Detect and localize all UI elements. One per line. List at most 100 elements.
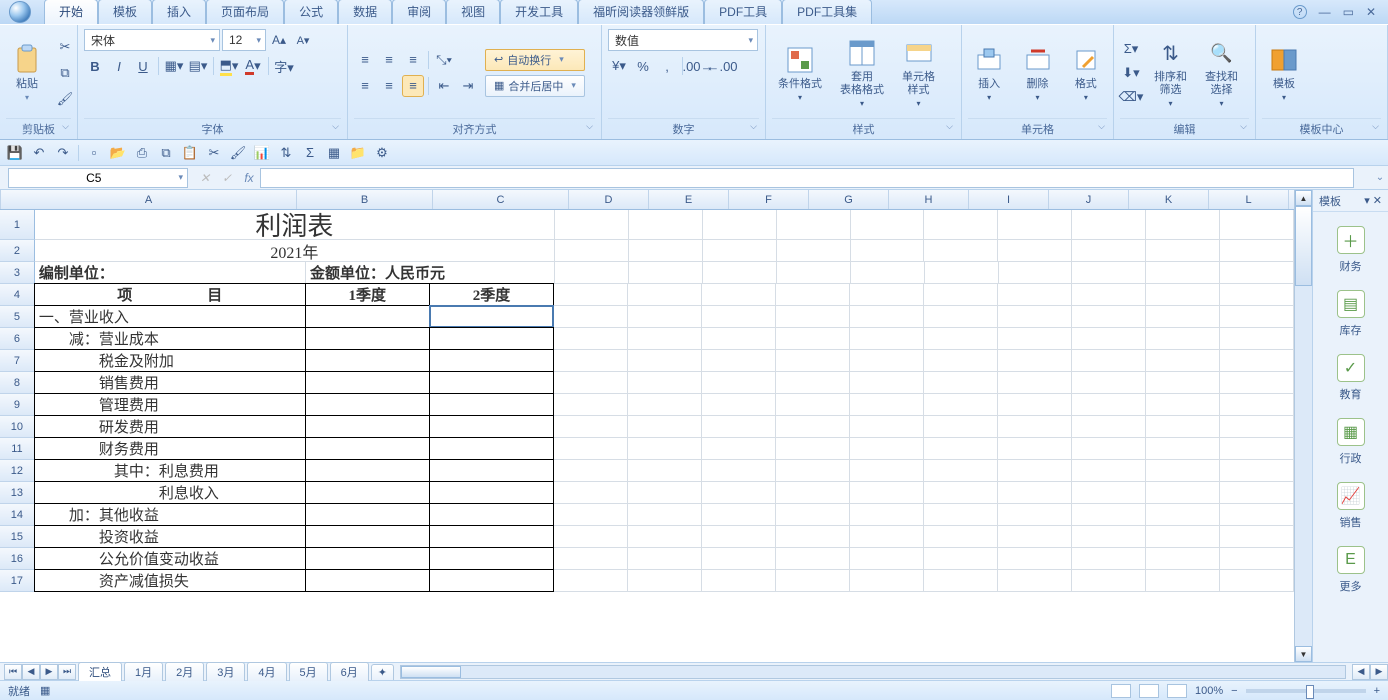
cell-L9[interactable]: [1146, 394, 1220, 416]
cell-K6[interactable]: [1072, 328, 1146, 350]
qat-paste-icon[interactable]: 📋: [181, 144, 199, 162]
zoom-slider[interactable]: [1246, 689, 1366, 693]
cell-L4[interactable]: [1146, 284, 1220, 306]
row-header-14[interactable]: 14: [0, 504, 35, 526]
qat-print-icon[interactable]: ⎙: [133, 144, 151, 162]
cell-M1[interactable]: [1220, 210, 1294, 240]
cell-E13[interactable]: [628, 482, 702, 504]
cell-K1[interactable]: [1072, 210, 1146, 240]
ribbon-tab-3[interactable]: 页面布局: [206, 0, 284, 24]
page-break-view-icon[interactable]: [1167, 684, 1187, 698]
cell-I2[interactable]: [924, 240, 998, 262]
cell-J17[interactable]: [998, 570, 1072, 592]
cell-J1[interactable]: [998, 210, 1072, 240]
cell-E16[interactable]: [628, 548, 702, 570]
row-header-7[interactable]: 7: [0, 350, 35, 372]
cell-M4[interactable]: [1220, 284, 1294, 306]
ribbon-tab-8[interactable]: 开发工具: [500, 0, 578, 24]
cell-H14[interactable]: [850, 504, 924, 526]
ribbon-tab-10[interactable]: PDF工具: [704, 0, 782, 24]
cell-G17[interactable]: [776, 570, 850, 592]
copy-icon[interactable]: ⧉: [54, 62, 76, 84]
cell-K8[interactable]: [1072, 372, 1146, 394]
template-button[interactable]: 模板▾: [1262, 31, 1306, 115]
cell-G4[interactable]: [776, 284, 850, 306]
sheet-tab-2[interactable]: 2月: [165, 662, 204, 681]
cell-L10[interactable]: [1146, 416, 1220, 438]
cell-D17[interactable]: [554, 570, 628, 592]
row-header-6[interactable]: 6: [0, 328, 35, 350]
cell-D8[interactable]: [554, 372, 628, 394]
cell-F7[interactable]: [702, 350, 776, 372]
enter-formula-icon[interactable]: ✓: [216, 168, 238, 188]
cell-A11[interactable]: 财务费用: [34, 437, 306, 460]
zoom-in-icon[interactable]: +: [1374, 685, 1380, 697]
cell-A6[interactable]: 减：营业成本: [34, 327, 306, 350]
qat-settings-icon[interactable]: ⚙: [373, 144, 391, 162]
border-icon[interactable]: ▦▾: [163, 55, 185, 77]
cell-F12[interactable]: [702, 460, 776, 482]
cell-C13[interactable]: [429, 481, 554, 504]
cell-M16[interactable]: [1220, 548, 1294, 570]
cell-F15[interactable]: [702, 526, 776, 548]
template-item-1[interactable]: ▤库存: [1337, 290, 1365, 338]
column-header-J[interactable]: J: [1049, 190, 1129, 209]
cell-E15[interactable]: [628, 526, 702, 548]
column-header-A[interactable]: A: [1, 190, 297, 209]
cell-B14[interactable]: [305, 503, 430, 526]
qat-open-icon[interactable]: 📂: [109, 144, 127, 162]
cell-D14[interactable]: [554, 504, 628, 526]
cell-I9[interactable]: [924, 394, 998, 416]
cell-M8[interactable]: [1220, 372, 1294, 394]
cell-L8[interactable]: [1146, 372, 1220, 394]
cancel-formula-icon[interactable]: ✕: [194, 168, 216, 188]
row-header-12[interactable]: 12: [0, 460, 35, 482]
cell-C9[interactable]: [429, 393, 554, 416]
wrap-text-button[interactable]: ↩自动换行: [485, 49, 585, 71]
cell-C16[interactable]: [429, 547, 554, 570]
cell-H6[interactable]: [850, 328, 924, 350]
cell-M14[interactable]: [1220, 504, 1294, 526]
align-bottom-icon[interactable]: ≡: [402, 49, 424, 71]
cell-C7[interactable]: [429, 349, 554, 372]
cell-A12[interactable]: 其中：利息费用: [34, 459, 306, 482]
cell-styles-button[interactable]: 单元格 样式▾: [896, 31, 941, 115]
cell-G9[interactable]: [776, 394, 850, 416]
align-center-icon[interactable]: ≡: [378, 75, 400, 97]
cell-K3[interactable]: [1072, 262, 1146, 284]
column-header-C[interactable]: C: [433, 190, 569, 209]
cell-L12[interactable]: [1146, 460, 1220, 482]
cell-G6[interactable]: [776, 328, 850, 350]
cell-G2[interactable]: [777, 240, 851, 262]
sheet-tab-6[interactable]: 6月: [330, 662, 369, 681]
cell-K11[interactable]: [1072, 438, 1146, 460]
sheet-tab-4[interactable]: 4月: [247, 662, 286, 681]
cell-H4[interactable]: [850, 284, 924, 306]
cell-B13[interactable]: [305, 481, 430, 504]
cell-B11[interactable]: [305, 437, 430, 460]
template-item-0[interactable]: ＋财务: [1337, 226, 1365, 274]
ribbon-tab-4[interactable]: 公式: [284, 0, 338, 24]
cell-G1[interactable]: [777, 210, 851, 240]
italic-button[interactable]: I: [108, 55, 130, 77]
hscroll-left-icon[interactable]: ◀: [1352, 664, 1370, 680]
cell-L2[interactable]: [1146, 240, 1220, 262]
ribbon-tab-0[interactable]: 开始: [44, 0, 98, 24]
cell-B3[interactable]: 金额单位：人民币元: [306, 262, 555, 284]
cell-B4[interactable]: 1季度: [305, 283, 430, 306]
cell-A3[interactable]: 编制单位：: [35, 262, 306, 284]
cell-H2[interactable]: [851, 240, 925, 262]
cell-B17[interactable]: [305, 569, 430, 592]
font-color-icon[interactable]: A▾: [242, 55, 264, 77]
insert-button[interactable]: 插入▾: [968, 31, 1010, 115]
align-right-icon[interactable]: ≡: [402, 75, 424, 97]
template-panel-dropdown-icon[interactable]: ▾ ✕: [1364, 194, 1382, 207]
indent-increase-icon[interactable]: ⇥: [457, 75, 479, 97]
cell-G13[interactable]: [776, 482, 850, 504]
row-header-8[interactable]: 8: [0, 372, 35, 394]
cell-D10[interactable]: [554, 416, 628, 438]
cell-B7[interactable]: [305, 349, 430, 372]
cell-I15[interactable]: [924, 526, 998, 548]
cell-J4[interactable]: [998, 284, 1072, 306]
increase-font-icon[interactable]: A▴: [268, 29, 290, 51]
